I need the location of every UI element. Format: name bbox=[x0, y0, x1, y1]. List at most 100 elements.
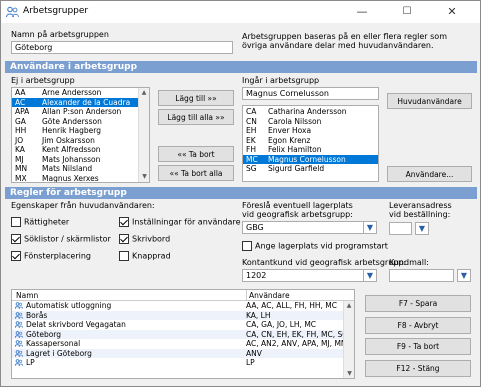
checkbox-box[interactable] bbox=[119, 234, 129, 244]
user-name: Enver Hoxa bbox=[268, 126, 312, 135]
in-group-item[interactable]: CN Carola Nilsson bbox=[243, 117, 378, 127]
grid-scroll-down-icon[interactable]: ▼ bbox=[344, 369, 354, 378]
grid-row[interactable]: Göteborg CA, CN, EH, EK, FH, MC, SG bbox=[12, 329, 354, 339]
not-in-group-item[interactable]: AC Alexander de la Cuadra bbox=[12, 97, 149, 107]
checkbox-box[interactable] bbox=[11, 234, 21, 244]
group-icon bbox=[6, 6, 19, 18]
grid-scroll-up-icon[interactable]: ▲ bbox=[344, 301, 354, 311]
not-in-group-item[interactable]: GA Göte Andersson bbox=[12, 117, 149, 127]
grid-row[interactable]: Automatisk utloggning AA, AC, ALL, FH, HH… bbox=[12, 301, 354, 311]
property-checkbox[interactable]: Rättigheter bbox=[11, 217, 69, 227]
cost-dropdown-icon[interactable]: ▼ bbox=[363, 269, 377, 282]
property-checkbox[interactable]: Inställningar för användare bbox=[119, 217, 241, 227]
workgroup-users: AC, AN2, ANV, APA, MJ, MN,... bbox=[246, 339, 355, 348]
checkbox-box[interactable] bbox=[242, 241, 252, 251]
minimize-button[interactable]: — bbox=[345, 1, 379, 23]
not-in-group-item[interactable]: JO Jim Oskarsson bbox=[12, 136, 149, 146]
grid-col-users[interactable]: Användare bbox=[246, 290, 290, 300]
add-button[interactable]: Lägg till »» bbox=[158, 90, 234, 106]
not-in-group-item[interactable]: MN Mats Nilsland bbox=[12, 164, 149, 174]
in-group-item[interactable]: EH Enver Hoxa bbox=[243, 126, 378, 136]
not-in-group-item[interactable]: MX Magnus Xerxes bbox=[12, 173, 149, 183]
customer-dropdown-icon[interactable]: ▼ bbox=[457, 269, 471, 282]
stock-startup-checkbox[interactable]: Ange lagerplats vid programstart bbox=[242, 241, 388, 251]
user-code: EH bbox=[246, 126, 257, 135]
property-checkbox[interactable]: Knapprad bbox=[119, 251, 171, 261]
user-code: MX bbox=[15, 173, 27, 183]
user-name: Arne Andersson bbox=[42, 88, 102, 97]
stock-dropdown-icon[interactable]: ▼ bbox=[363, 221, 377, 234]
user-code: MJ bbox=[15, 154, 24, 164]
description-line-2: övriga användare delar med huvudanvändar… bbox=[242, 41, 434, 50]
grid-row[interactable]: Delat skrivbord Vegagatan CA, GA, JO, LH,… bbox=[12, 320, 354, 330]
in-group-item[interactable]: EK Egon Krenz bbox=[243, 136, 378, 146]
close-button[interactable]: ✕ bbox=[435, 1, 469, 23]
workgroup-name: Kassapersonal bbox=[26, 339, 81, 348]
in-group-item[interactable]: FH Felix Hamilton bbox=[243, 145, 378, 155]
property-checkbox[interactable]: Fönsterplacering bbox=[11, 251, 91, 261]
grid-row[interactable]: Lagret i Göteborg ANV bbox=[12, 348, 354, 358]
in-group-list[interactable]: CA Catharina Andersson CN Carola Nilsson EH E… bbox=[242, 105, 379, 182]
not-in-group-list[interactable]: AA Arne Andersson AC Alexander de la Cuadra… bbox=[11, 87, 150, 183]
user-code: CN bbox=[246, 116, 257, 126]
stock-select[interactable]: GBG bbox=[242, 221, 376, 234]
in-group-item[interactable]: SG Sigurd Garfield bbox=[243, 164, 378, 174]
user-name: Magnus Xerxes bbox=[42, 173, 99, 183]
group-name-input[interactable]: Göteborg bbox=[11, 41, 233, 54]
not-in-group-item[interactable]: APA Allan P:son Anderson bbox=[12, 107, 149, 117]
checkbox-box[interactable] bbox=[119, 217, 129, 227]
grid-col-name[interactable]: Namn bbox=[16, 291, 38, 300]
workgroup-name: Lagret i Göteborg bbox=[26, 348, 92, 358]
in-group-item[interactable]: MC Magnus Cornelusson bbox=[243, 154, 378, 164]
users-button[interactable]: Användare... bbox=[387, 166, 472, 182]
user-name: Felix Hamilton bbox=[268, 145, 322, 154]
checkbox-box[interactable] bbox=[11, 251, 21, 261]
delivery-label-1: Leveransadress bbox=[389, 201, 452, 210]
checkbox-box[interactable] bbox=[119, 251, 129, 261]
workgroup-name: Automatisk utloggning bbox=[26, 301, 112, 310]
workgroup-icon bbox=[15, 359, 23, 366]
grid-row[interactable]: Borås KA, LH bbox=[12, 310, 354, 320]
not-in-group-item[interactable]: AA Arne Andersson bbox=[12, 88, 149, 98]
not-in-group-scrollbar[interactable]: ▲ ▼ bbox=[138, 88, 149, 182]
remove-all-button[interactable]: «« Ta bort alla bbox=[158, 165, 234, 181]
checkbox-box[interactable] bbox=[11, 217, 21, 227]
remove-button[interactable]: «« Ta bort bbox=[158, 146, 234, 162]
delivery-dropdown-icon[interactable]: ▼ bbox=[415, 222, 429, 235]
close-dialog-button[interactable]: F12 - Stäng bbox=[365, 359, 471, 377]
save-button[interactable]: F7 - Spara bbox=[365, 295, 471, 312]
workgroup-name: Göteborg bbox=[26, 329, 62, 339]
workgroup-name: Borås bbox=[26, 310, 48, 320]
property-checkbox[interactable]: Skrivbord bbox=[119, 234, 170, 244]
cost-select[interactable]: 1202 bbox=[242, 269, 376, 282]
customer-template-select[interactable] bbox=[389, 269, 454, 282]
scroll-down-icon[interactable]: ▼ bbox=[139, 172, 149, 182]
user-name: Kent Alfredsson bbox=[42, 145, 101, 154]
workgroup-grid[interactable]: Namn Användare Automatisk utloggning AA, … bbox=[11, 289, 355, 379]
cancel-button[interactable]: F8 - Avbryt bbox=[365, 316, 471, 334]
not-in-group-item[interactable]: KA Kent Alfredsson bbox=[12, 145, 149, 155]
user-name: Alexander de la Cuadra bbox=[42, 97, 131, 107]
delete-button[interactable]: F9 - Ta bort bbox=[365, 338, 471, 355]
user-code: FH bbox=[246, 145, 256, 154]
workgroup-icon bbox=[15, 330, 23, 338]
grid-row[interactable]: Kassapersonal AC, AN2, ANV, APA, MJ, MN,.… bbox=[12, 339, 354, 349]
user-code: AC bbox=[15, 97, 26, 107]
grid-scrollbar[interactable]: ▲ ▼ bbox=[343, 301, 354, 378]
workgroup-users: AA, AC, ALL, FH, HH, MC bbox=[246, 301, 337, 310]
not-in-group-item[interactable]: HH Henrik Hagberg bbox=[12, 126, 149, 136]
property-checkbox[interactable]: Söklistor / skärmlistor bbox=[11, 234, 111, 244]
user-name: Mats Nilsland bbox=[42, 164, 93, 173]
delivery-select[interactable] bbox=[389, 222, 412, 235]
scroll-up-icon[interactable]: ▲ bbox=[139, 88, 149, 98]
not-in-group-item[interactable]: MJ Mats Johansson bbox=[12, 155, 149, 165]
grid-row[interactable]: LP LP bbox=[12, 358, 354, 368]
main-user-button[interactable]: Huvudanvändare bbox=[387, 93, 472, 109]
main-user-field: Magnus Cornelusson bbox=[242, 87, 379, 100]
add-all-button[interactable]: Lägg till alla »» bbox=[158, 109, 234, 125]
workgroup-icon bbox=[15, 302, 23, 309]
group-name-label: Namn på arbetsgruppen bbox=[11, 30, 109, 39]
description-line-1: Arbetsgruppen baseras på en eller flera … bbox=[242, 32, 447, 41]
in-group-item[interactable]: CA Catharina Andersson bbox=[243, 107, 378, 117]
maximize-button[interactable]: ☐ bbox=[390, 1, 424, 23]
